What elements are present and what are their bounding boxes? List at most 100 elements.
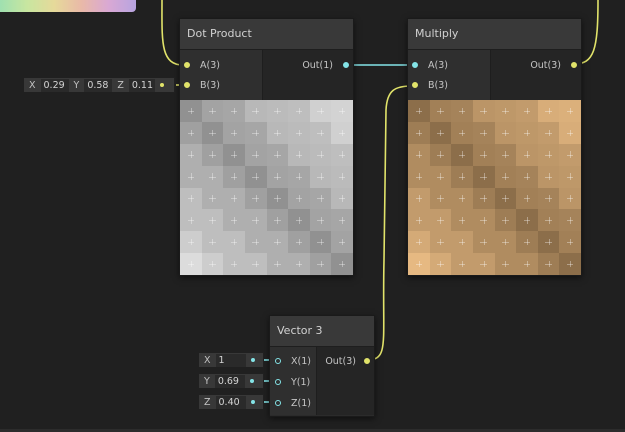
vector3-y-field[interactable]: Y 0.69 bbox=[198, 373, 264, 389]
port-connector-icon[interactable] bbox=[275, 379, 281, 385]
input-port-a[interactable]: A(3) bbox=[184, 59, 220, 73]
preview-cell bbox=[288, 187, 310, 210]
preview-cell bbox=[331, 121, 353, 144]
connector-dot-icon bbox=[250, 358, 255, 362]
preview-cell bbox=[408, 143, 430, 166]
preview-cell bbox=[451, 209, 473, 232]
preview-cell bbox=[223, 165, 245, 188]
preview-cell bbox=[494, 209, 517, 232]
input-port-a[interactable]: A(3) bbox=[412, 59, 448, 73]
port-connector-icon[interactable] bbox=[571, 62, 577, 68]
preview-cell bbox=[309, 121, 332, 144]
preview-cell bbox=[201, 100, 224, 122]
preview-cell bbox=[451, 187, 473, 210]
preview-cell bbox=[288, 143, 310, 166]
preview-cell bbox=[223, 187, 245, 210]
port-connector-icon[interactable] bbox=[343, 62, 349, 68]
port-connector-icon[interactable] bbox=[412, 82, 418, 88]
preview-cell bbox=[472, 165, 495, 188]
input-port-x[interactable]: X(1) bbox=[275, 355, 311, 369]
port-connector-icon[interactable] bbox=[364, 358, 370, 364]
preview-cell bbox=[223, 253, 245, 275]
preview-cell bbox=[559, 165, 581, 188]
preview-cell bbox=[537, 253, 560, 275]
x-value-input[interactable]: 0.29 bbox=[40, 78, 69, 92]
preview-cell bbox=[494, 143, 517, 166]
dot-product-b-field[interactable]: X 0.29 Y 0.58 Z 0.11 bbox=[23, 77, 175, 93]
input-port-z[interactable]: Z(1) bbox=[275, 397, 311, 411]
y-value-input[interactable]: 0.58 bbox=[84, 78, 113, 92]
preview-cell bbox=[201, 143, 224, 166]
z-value-input[interactable]: 0.11 bbox=[128, 78, 155, 92]
preview-cell bbox=[516, 231, 538, 254]
output-port[interactable]: Out(3) bbox=[530, 59, 577, 73]
output-port[interactable]: Out(1) bbox=[302, 59, 349, 73]
node-ports: A(3) B(3) Out(1) bbox=[180, 50, 353, 100]
preview-cell bbox=[537, 165, 560, 188]
preview-cell bbox=[288, 231, 310, 254]
vector3-z-field[interactable]: Z 0.40 bbox=[198, 394, 264, 410]
input-port-b[interactable]: B(3) bbox=[412, 79, 448, 93]
preview-cell bbox=[309, 165, 332, 188]
port-label: B(3) bbox=[428, 80, 448, 91]
preview-cell bbox=[331, 209, 353, 232]
preview-cell bbox=[472, 231, 495, 254]
node-title[interactable]: Dot Product bbox=[180, 19, 353, 50]
preview-cell bbox=[331, 100, 353, 122]
field-value-input[interactable]: 0.69 bbox=[214, 374, 245, 388]
port-connector-icon[interactable] bbox=[184, 82, 190, 88]
input-port-b[interactable]: B(3) bbox=[184, 79, 220, 93]
vector3-node[interactable]: Vector 3 X(1) Y(1) Z(1) Out(3) bbox=[269, 315, 375, 417]
preview-cell bbox=[201, 253, 224, 275]
preview-cell bbox=[288, 209, 310, 232]
node-title[interactable]: Multiply bbox=[408, 19, 581, 50]
preview-cell bbox=[429, 165, 452, 188]
preview-cell bbox=[429, 143, 452, 166]
preview-cell bbox=[331, 187, 353, 210]
preview-cell bbox=[537, 187, 560, 210]
preview-cell bbox=[180, 209, 202, 232]
port-label: Y(1) bbox=[291, 377, 311, 388]
preview-cell bbox=[537, 143, 560, 166]
port-connector-icon[interactable] bbox=[412, 62, 418, 68]
input-port-y[interactable]: Y(1) bbox=[275, 376, 310, 390]
preview-cell bbox=[559, 253, 581, 275]
preview-cell bbox=[494, 187, 517, 210]
preview-cell bbox=[451, 231, 473, 254]
vector3-x-field[interactable]: X 1 bbox=[198, 352, 264, 368]
preview-cell bbox=[451, 165, 473, 188]
dot-product-node[interactable]: Dot Product A(3) B(3) Out(1) bbox=[179, 18, 354, 276]
port-connector-icon[interactable] bbox=[184, 62, 190, 68]
preview-cell bbox=[180, 100, 202, 122]
port-connector-icon[interactable] bbox=[275, 358, 281, 364]
preview-cell bbox=[180, 231, 202, 254]
port-label: B(3) bbox=[200, 80, 220, 91]
x-label: X bbox=[29, 79, 36, 91]
output-ports: Out(3) bbox=[316, 347, 374, 415]
field-label: Y bbox=[204, 375, 210, 387]
node-title[interactable]: Vector 3 bbox=[270, 316, 374, 347]
preview-cell bbox=[408, 100, 430, 122]
output-port[interactable]: Out(3) bbox=[325, 355, 370, 369]
preview-cell bbox=[244, 253, 267, 275]
preview-cell bbox=[331, 253, 353, 275]
z-label: Z bbox=[117, 79, 124, 91]
preview-image bbox=[180, 100, 353, 275]
preview-cell bbox=[472, 121, 495, 144]
port-connector-icon[interactable] bbox=[275, 400, 281, 406]
preview-cell bbox=[429, 209, 452, 232]
preview-cell bbox=[408, 231, 430, 254]
field-value-input[interactable]: 1 bbox=[215, 353, 246, 367]
multiply-node[interactable]: Multiply A(3) B(3) Out(3) bbox=[407, 18, 582, 276]
preview-cell bbox=[516, 165, 538, 188]
output-ports: Out(3) bbox=[490, 50, 581, 100]
preview-cell bbox=[244, 231, 267, 254]
field-value-input[interactable]: 0.40 bbox=[215, 395, 246, 409]
port-label: X(1) bbox=[291, 356, 311, 367]
preview-cell bbox=[266, 143, 289, 166]
preview-cell bbox=[494, 165, 517, 188]
port-label: Out(3) bbox=[530, 60, 561, 71]
preview-cell bbox=[451, 253, 473, 275]
preview-cell bbox=[537, 100, 560, 122]
preview-cell bbox=[244, 100, 267, 122]
